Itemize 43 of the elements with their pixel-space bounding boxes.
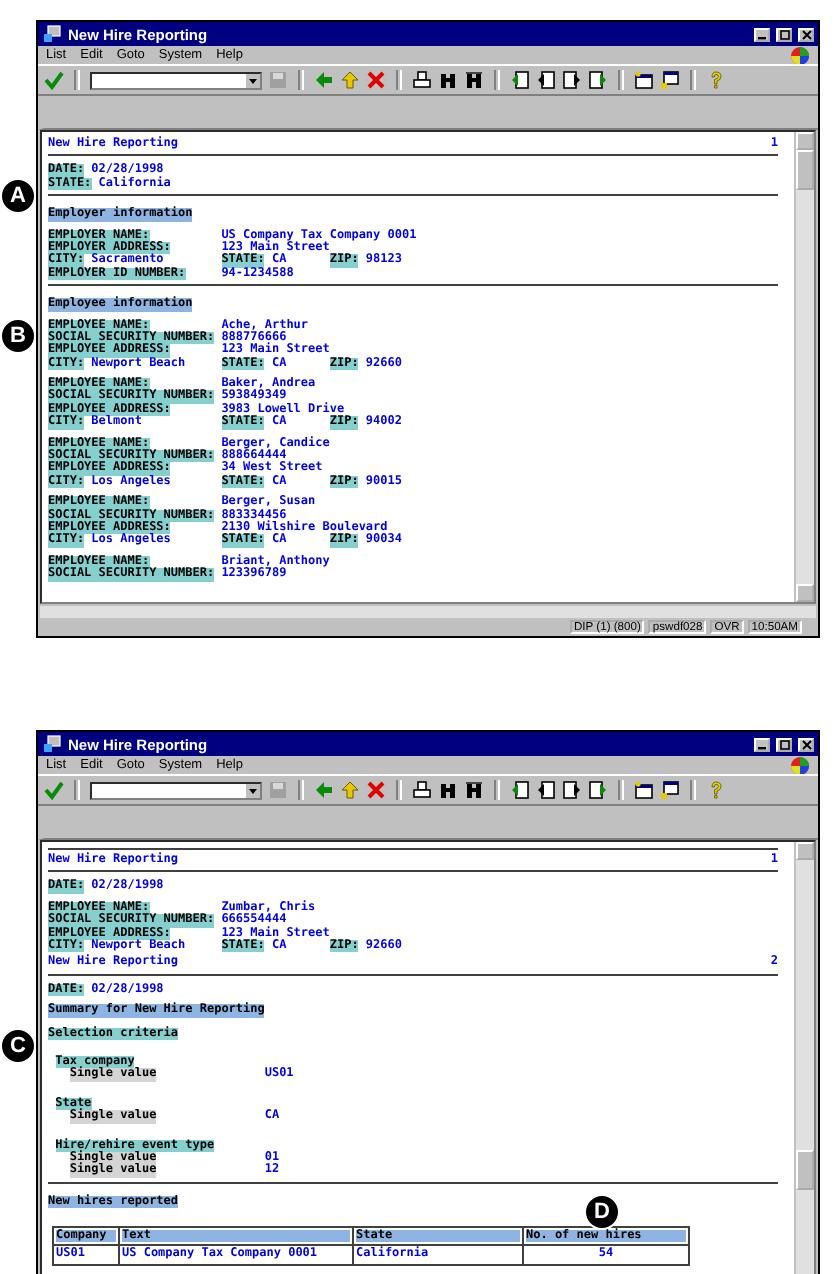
command-field[interactable] (90, 781, 262, 799)
scrollbar-thumb[interactable] (796, 1150, 814, 1190)
previous-page-icon[interactable] (536, 70, 556, 90)
dropdown-arrow-icon[interactable] (246, 783, 260, 797)
help-icon[interactable] (706, 70, 726, 90)
last-page-icon[interactable] (588, 70, 608, 90)
first-page-icon[interactable] (510, 70, 530, 90)
dropdown-arrow-icon[interactable] (246, 73, 260, 87)
up-arrow-icon[interactable] (340, 780, 360, 800)
maximize-icon (779, 29, 789, 39)
last-page-icon[interactable] (588, 780, 608, 800)
next-page-icon[interactable] (562, 780, 582, 800)
cancel-icon[interactable] (366, 780, 386, 800)
up-arrow-icon[interactable] (340, 70, 360, 90)
help-icon[interactable] (706, 780, 726, 800)
maximize-icon (779, 739, 789, 749)
new-window-icon[interactable] (634, 70, 654, 90)
callout-marker: C (0, 1028, 36, 1064)
minimize-button[interactable] (754, 737, 770, 751)
color-wheel-icon (790, 45, 810, 65)
printer-icon[interactable] (412, 70, 432, 90)
previous-page-icon[interactable] (536, 780, 556, 800)
callout-marker: B (0, 318, 36, 354)
first-page-icon[interactable] (510, 780, 530, 800)
cancel-icon[interactable] (366, 70, 386, 90)
color-wheel-icon (790, 755, 810, 775)
maximize-button[interactable] (776, 27, 792, 41)
new-window-icon[interactable] (634, 780, 654, 800)
close-button[interactable] (798, 27, 814, 41)
callout-marker: A (0, 178, 36, 214)
check-icon[interactable] (44, 70, 64, 90)
next-page-icon[interactable] (562, 70, 582, 90)
shortcut-icon[interactable] (660, 70, 680, 90)
printer-icon[interactable] (412, 780, 432, 800)
check-icon[interactable] (44, 780, 64, 800)
command-field[interactable] (90, 71, 262, 89)
minimize-button[interactable] (754, 27, 770, 41)
close-button[interactable] (798, 737, 814, 751)
scrollbar-thumb[interactable] (796, 150, 814, 190)
close-icon (801, 29, 811, 39)
close-icon (801, 739, 811, 749)
shortcut-icon[interactable] (660, 780, 680, 800)
maximize-button[interactable] (776, 737, 792, 751)
